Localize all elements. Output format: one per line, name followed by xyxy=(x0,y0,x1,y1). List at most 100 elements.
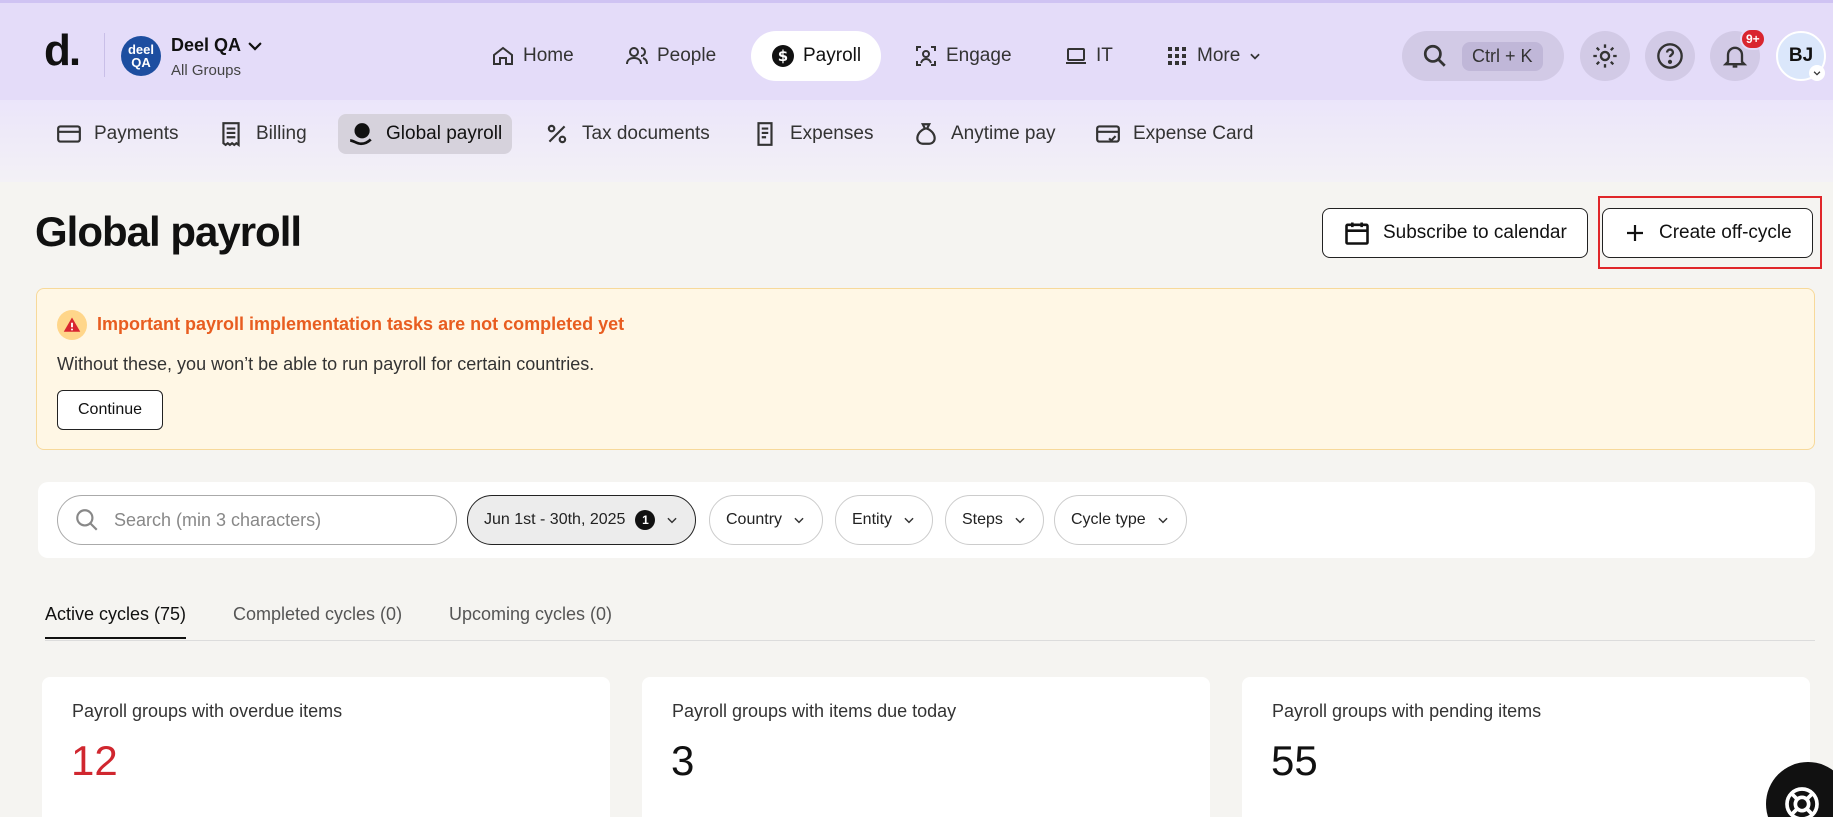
top-navigation-bar: d. deel QA Deel QA All Groups Home Peopl… xyxy=(0,0,1833,100)
nav-label: More xyxy=(1197,45,1241,66)
chevron-down-icon xyxy=(1250,53,1260,60)
money-bag-icon xyxy=(916,123,936,145)
search-icon xyxy=(1423,44,1446,67)
warning-text: Without these, you won’t be able to run … xyxy=(57,354,595,374)
subscribe-calendar-label: Subscribe to calendar xyxy=(1383,222,1567,243)
people-icon xyxy=(626,47,648,65)
stat-value: 12 xyxy=(71,737,118,784)
nav-label: Payroll xyxy=(803,45,862,66)
stat-card-overdue[interactable]: Payroll groups with overdue items 12 xyxy=(42,677,610,817)
subnav-label: Tax documents xyxy=(582,123,710,144)
subnav-expenses[interactable]: Expenses xyxy=(742,114,883,154)
user-menu-chevron[interactable] xyxy=(1809,65,1825,81)
subnav-label: Expense Card xyxy=(1133,123,1254,144)
chip-label: Entity xyxy=(852,511,893,528)
engage-icon xyxy=(916,46,936,66)
nav-label: Home xyxy=(523,45,574,66)
subnav-expense-card[interactable]: Expense Card xyxy=(1085,114,1263,154)
date-range-filter[interactable]: Jun 1st - 30th, 2025 1 xyxy=(467,495,697,545)
subnav-anytime-pay[interactable]: Anytime pay xyxy=(903,114,1066,154)
nav-label: People xyxy=(657,45,717,66)
org-name[interactable]: Deel QA xyxy=(171,35,241,56)
steps-filter[interactable]: Steps xyxy=(945,495,1044,545)
expense-receipt-icon xyxy=(757,122,773,146)
chevron-down-icon xyxy=(1158,517,1168,524)
subnav-label: Payments xyxy=(94,123,179,144)
subnav-label: Global payroll xyxy=(386,123,503,144)
stat-card-pending[interactable]: Payroll groups with pending items 55 xyxy=(1242,677,1810,817)
subnav-tax-documents[interactable]: Tax documents xyxy=(534,114,720,154)
entity-filter[interactable]: Entity xyxy=(835,495,934,545)
page-title: Global payroll xyxy=(35,208,302,255)
nav-payroll[interactable]: $ Payroll xyxy=(751,31,882,81)
deel-logo[interactable]: d. xyxy=(44,29,81,73)
chevron-down-icon xyxy=(667,517,678,524)
search-input[interactable]: Search (min 3 characters) xyxy=(57,495,457,545)
subnav-label: Anytime pay xyxy=(951,123,1056,144)
nav-it[interactable]: IT xyxy=(1044,31,1133,81)
nav-more[interactable]: More xyxy=(1145,31,1282,81)
chevron-down-icon xyxy=(794,517,804,524)
org-avatar-text: deel QA xyxy=(127,42,154,70)
lifebuoy-icon xyxy=(1785,787,1819,817)
org-avatar[interactable]: deel QA xyxy=(121,36,161,76)
stat-card-due-today[interactable]: Payroll groups with items due today 3 xyxy=(642,677,1210,817)
nav-label: IT xyxy=(1096,45,1113,66)
globe-hand-icon xyxy=(350,123,372,146)
calendar-icon xyxy=(1345,222,1369,245)
home-icon xyxy=(493,46,513,65)
chevron-down-icon xyxy=(1015,517,1025,524)
search-placeholder: Search (min 3 characters) xyxy=(114,509,322,530)
highlight-annotation xyxy=(1598,196,1822,269)
payroll-subnav: Payments Billing Global payroll Tax docu… xyxy=(0,100,1833,182)
help-circle-icon xyxy=(1657,43,1683,69)
svg-text:$: $ xyxy=(778,47,788,65)
card-check-icon xyxy=(1096,125,1120,143)
nav-people[interactable]: People xyxy=(605,31,736,81)
chip-label: Country xyxy=(726,511,783,528)
search-shortcut-hint: Ctrl + K xyxy=(1462,41,1543,71)
subscribe-calendar-button[interactable]: Subscribe to calendar xyxy=(1322,208,1588,258)
country-filter[interactable]: Country xyxy=(709,495,824,545)
card-icon xyxy=(57,125,81,143)
tab-upcoming-cycles[interactable]: Upcoming cycles (0) xyxy=(449,604,612,637)
nav-engage[interactable]: Engage xyxy=(894,31,1032,81)
filter-bar: Search (min 3 characters) Jun 1st - 30th… xyxy=(38,482,1815,558)
tab-completed-cycles[interactable]: Completed cycles (0) xyxy=(233,604,402,637)
dollar-circle-icon: $ xyxy=(772,45,794,67)
warning-icon-wrap xyxy=(57,310,87,340)
global-search-button[interactable]: Ctrl + K xyxy=(1402,31,1564,81)
percent-icon xyxy=(547,124,567,144)
org-group-label: All Groups xyxy=(171,62,242,79)
cycle-type-filter[interactable]: Cycle type xyxy=(1054,495,1187,545)
help-button[interactable] xyxy=(1645,31,1695,81)
date-filter-count: 1 xyxy=(635,510,656,530)
chevron-down-icon[interactable] xyxy=(246,37,264,55)
gear-icon xyxy=(1593,44,1617,68)
stat-label: Payroll groups with items due today xyxy=(672,701,957,721)
stat-value: 55 xyxy=(1271,737,1318,784)
warning-banner: Important payroll implementation tasks a… xyxy=(36,288,1815,450)
search-icon xyxy=(76,509,98,531)
tab-active-cycles[interactable]: Active cycles (75) xyxy=(45,604,187,639)
subnav-label: Billing xyxy=(256,123,307,144)
settings-button[interactable] xyxy=(1580,31,1630,81)
continue-button[interactable]: Continue xyxy=(57,390,164,430)
stat-label: Payroll groups with pending items xyxy=(1272,701,1542,721)
laptop-icon xyxy=(1066,48,1086,64)
subnav-label: Expenses xyxy=(790,123,874,144)
warning-triangle-icon xyxy=(63,317,81,332)
nav-label: Engage xyxy=(946,45,1012,66)
chevron-down-icon xyxy=(904,517,914,524)
subnav-global-payroll[interactable]: Global payroll xyxy=(338,114,513,154)
chip-label: Cycle type xyxy=(1071,511,1146,528)
subnav-billing[interactable]: Billing xyxy=(208,114,317,154)
stat-label: Payroll groups with overdue items xyxy=(72,701,343,721)
chevron-down-icon xyxy=(1813,71,1821,76)
nav-home[interactable]: Home xyxy=(471,31,594,81)
chip-label: Steps xyxy=(962,511,1003,528)
grid-icon xyxy=(1168,47,1186,65)
date-range-label: Jun 1st - 30th, 2025 xyxy=(484,511,626,528)
subnav-payments[interactable]: Payments xyxy=(46,114,188,154)
receipt-icon xyxy=(222,122,240,147)
